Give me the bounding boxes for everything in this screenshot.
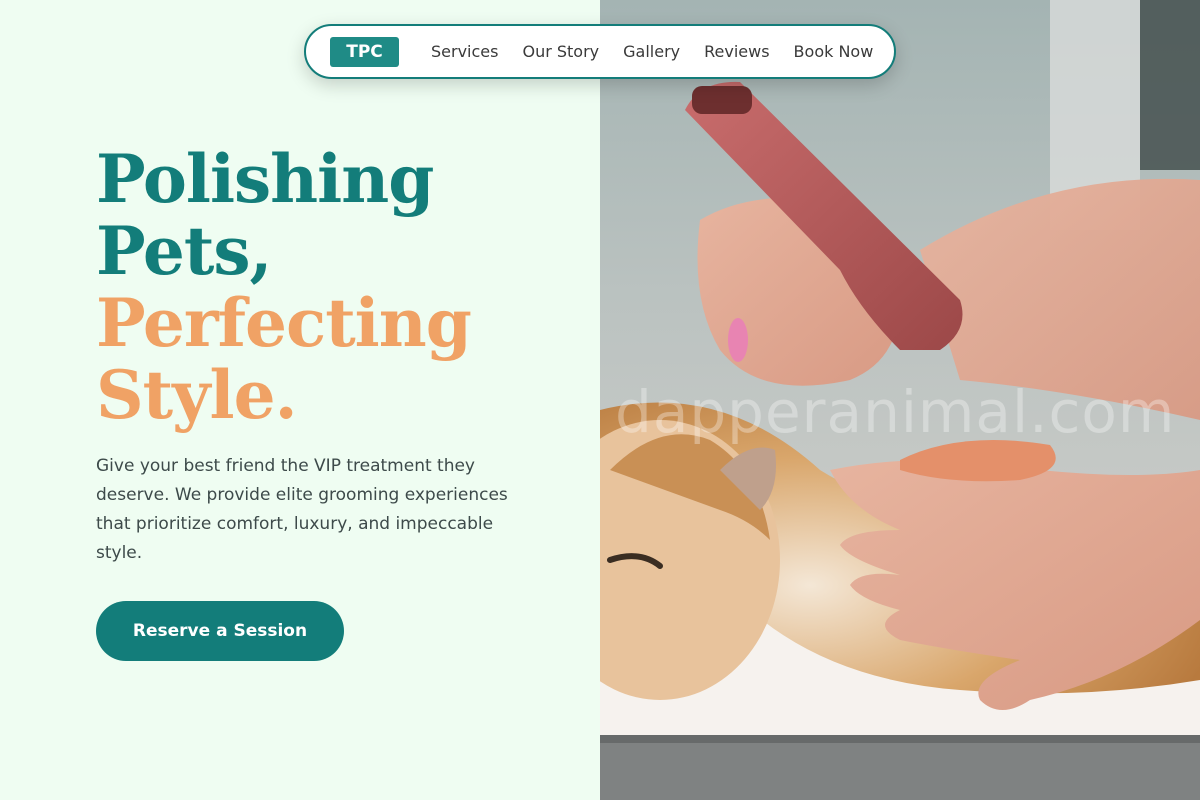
headline-line-pets: Pets, bbox=[96, 212, 272, 290]
nav-link-services[interactable]: Services bbox=[431, 42, 498, 61]
top-navigation: TPC Services Our Story Gallery Reviews B… bbox=[304, 24, 896, 79]
photo-watermark: dapperanimal.com bbox=[615, 378, 1176, 446]
hero-description: Give your best friend the VIP treatment … bbox=[96, 456, 508, 563]
nav-link-book-now[interactable]: Book Now bbox=[794, 42, 874, 61]
headline-line-perfecting: Perfecting bbox=[96, 284, 472, 362]
hero-headline: Polishing Pets, Perfecting Style. bbox=[96, 140, 472, 434]
brand-logo[interactable]: TPC bbox=[330, 36, 399, 67]
nav-link-reviews[interactable]: Reviews bbox=[704, 42, 769, 61]
headline-line-style: Style. bbox=[96, 356, 298, 434]
reserve-session-button[interactable]: Reserve a Session bbox=[96, 601, 344, 661]
nav-links: Services Our Story Gallery Reviews Book … bbox=[419, 42, 885, 61]
nav-link-our-story[interactable]: Our Story bbox=[522, 42, 599, 61]
nav-link-gallery[interactable]: Gallery bbox=[623, 42, 680, 61]
headline-line-polishing: Polishing bbox=[96, 140, 434, 218]
